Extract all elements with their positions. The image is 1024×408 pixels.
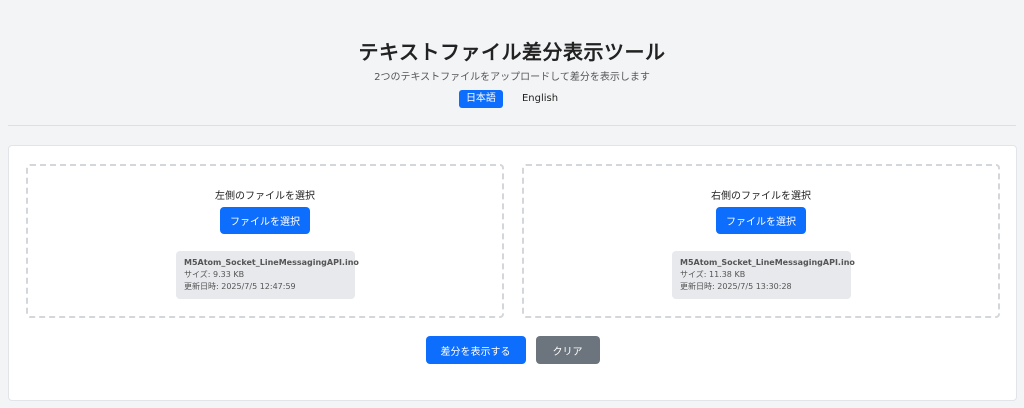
right-file-label: 右側のファイルを選択 (711, 191, 811, 202)
header-divider (8, 125, 1016, 126)
right-file-info: M5Atom_Socket_LineMessagingAPI.ino サイズ: … (672, 251, 855, 299)
left-file-modified: 更新日時: 2025/7/5 12:47:59 (184, 282, 296, 291)
right-choose-file-button[interactable]: ファイルを選択 (716, 207, 806, 234)
left-file-info: M5Atom_Socket_LineMessagingAPI.ino サイズ: … (176, 251, 359, 299)
lang-english-button[interactable]: English (515, 90, 565, 108)
left-file-label: 左側のファイルを選択 (215, 191, 315, 202)
page-subtitle: 2つのテキストファイルをアップロードして差分を表示します (374, 72, 650, 83)
page-title: テキストファイル差分表示ツール (358, 40, 666, 64)
left-choose-file-button[interactable]: ファイルを選択 (220, 207, 310, 234)
right-file-name: M5Atom_Socket_LineMessagingAPI.ino (680, 258, 855, 267)
show-diff-button[interactable]: 差分を表示する (425, 336, 526, 364)
left-file-dropzone[interactable]: 左側のファイルを選択 ファイルを選択 M5Atom_Socket_LineMes… (26, 164, 504, 318)
left-file-name: M5Atom_Socket_LineMessagingAPI.ino (184, 258, 359, 267)
lang-japanese-button[interactable]: 日本語 (458, 90, 503, 108)
page-header: テキストファイル差分表示ツール 2つのテキストファイルをアップロードして差分を表… (0, 0, 1024, 126)
action-buttons: 差分を表示する クリア (9, 336, 1016, 364)
right-file-dropzone[interactable]: 右側のファイルを選択 ファイルを選択 M5Atom_Socket_LineMes… (522, 164, 1000, 318)
clear-button[interactable]: クリア (535, 336, 600, 364)
language-switcher: 日本語 English (0, 90, 1024, 108)
right-file-size: サイズ: 11.38 KB (680, 270, 746, 279)
left-file-size: サイズ: 9.33 KB (184, 270, 245, 279)
right-file-modified: 更新日時: 2025/7/5 13:30:28 (680, 282, 792, 291)
main-panel: 左側のファイルを選択 ファイルを選択 M5Atom_Socket_LineMes… (8, 145, 1017, 401)
